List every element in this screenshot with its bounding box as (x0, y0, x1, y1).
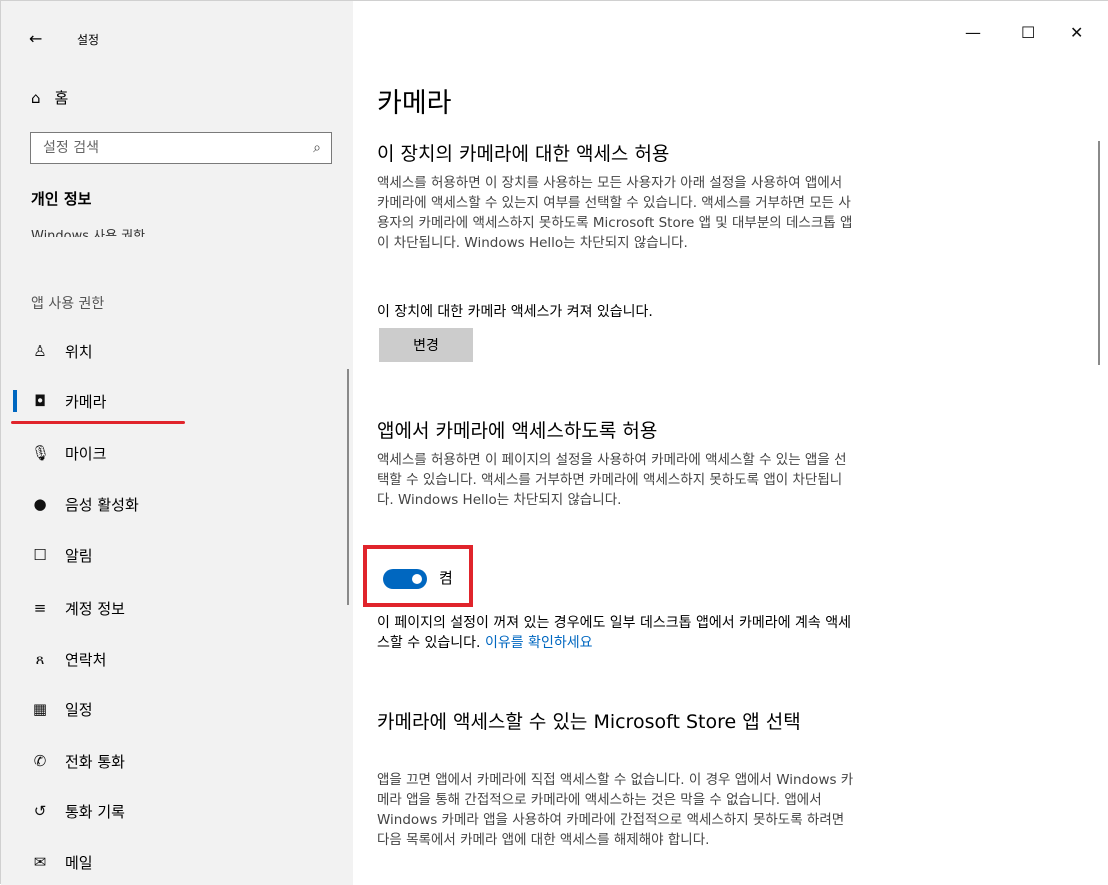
contacts-icon: ጸ (35, 650, 45, 668)
microphone-icon: 🎙 (31, 444, 51, 462)
account-info-icon: ≡ (33, 599, 47, 617)
phone-icon: ✆ (33, 752, 47, 770)
sidebar-scrollbar[interactable] (347, 369, 349, 605)
sidebar-item-camera[interactable]: ◘ 카메라 (1, 376, 353, 426)
sidebar: ← 설정 ⌂ 홈 ⌕ 개인 정보 Windows 사용 권한 앱 사용 권한 ♙… (1, 1, 353, 885)
sidebar-item-voice-activation[interactable]: ● 음성 활성화 (1, 479, 353, 529)
sidebar-item-label: 메일 (65, 853, 93, 872)
search-icon[interactable]: ⌕ (313, 140, 321, 156)
home-icon: ⌂ (31, 88, 41, 107)
notification-icon: ☐ (33, 546, 47, 564)
sidebar-item-label: 연락처 (65, 650, 107, 669)
sidebar-item-label: 전화 통화 (65, 752, 125, 771)
device-access-status: 이 장치에 대한 카메라 액세스가 켜져 있습니다. (377, 304, 653, 320)
calendar-icon: ▦ (32, 700, 48, 718)
sidebar-item-phone-calls[interactable]: ✆ 전화 통화 (1, 736, 353, 786)
toggle-state-label: 켬 (439, 569, 453, 587)
search-box[interactable]: ⌕ (30, 132, 332, 164)
sidebar-item-home[interactable]: ⌂ 홈 (31, 87, 68, 108)
minimize-icon[interactable]: — (965, 23, 981, 42)
sidebar-item-windows-permissions[interactable]: Windows 사용 권한 (31, 227, 145, 237)
sidebar-item-location[interactable]: ♙ 위치 (1, 326, 353, 376)
sidebar-item-label: 알림 (65, 546, 93, 565)
sidebar-item-label: 카메라 (65, 392, 107, 411)
sidebar-item-microphone[interactable]: 🎙 마이크 (1, 428, 353, 478)
search-input[interactable] (41, 139, 314, 157)
mail-icon: ✉ (33, 853, 47, 871)
section-heading-app-access: 앱에서 카메라에 액세스하도록 허용 (377, 420, 658, 442)
page-title: 카메라 (377, 88, 452, 119)
sidebar-item-call-history[interactable]: ↺ 통화 기록 (1, 786, 353, 836)
app-access-toggle[interactable] (383, 569, 427, 589)
group-label-app-permissions: 앱 사용 권한 (31, 296, 105, 312)
settings-window: ← 설정 ⌂ 홈 ⌕ 개인 정보 Windows 사용 권한 앱 사용 권한 ♙… (0, 0, 1108, 885)
change-button[interactable]: 변경 (379, 328, 473, 362)
close-icon[interactable]: ✕ (1070, 23, 1083, 42)
sidebar-item-account-info[interactable]: ≡ 계정 정보 (1, 583, 353, 633)
location-icon: ♙ (33, 342, 47, 360)
sidebar-item-label: 통화 기록 (65, 802, 125, 821)
highlight-underline (11, 421, 185, 424)
sidebar-item-label: 계정 정보 (65, 599, 125, 618)
voice-activation-icon: ● (33, 495, 47, 513)
toggle-highlight-box: 켬 (363, 545, 473, 607)
camera-icon: ◘ (34, 392, 46, 410)
sidebar-item-label: 마이크 (65, 444, 107, 463)
section-title: 개인 정보 (31, 190, 92, 208)
back-arrow-icon[interactable]: ← (29, 29, 42, 48)
learn-why-link[interactable]: 이유를 확인하세요 (485, 635, 593, 651)
content-scrollbar[interactable] (1098, 141, 1100, 365)
sidebar-item-calendar[interactable]: ▦ 일정 (1, 684, 353, 734)
maximize-icon[interactable]: ☐ (1021, 23, 1035, 42)
section-description-device-access: 액세스를 허용하면 이 장치를 사용하는 모든 사용자가 아래 설정을 사용하여… (377, 175, 853, 251)
note-text: 이 페이지의 설정이 꺼져 있는 경우에도 일부 데스크톱 앱에서 카메라에 계… (377, 615, 851, 651)
window-title: 설정 (77, 33, 100, 47)
section-heading-store-apps: 카메라에 액세스할 수 있는 Microsoft Store 앱 선택 (377, 711, 801, 733)
sidebar-item-label: 일정 (65, 700, 93, 719)
main-content: — ☐ ✕ 카메라 이 장치의 카메라에 대한 액세스 허용 액세스를 허용하면… (353, 1, 1108, 885)
home-label: 홈 (54, 89, 69, 107)
sidebar-item-label: 위치 (65, 342, 93, 361)
sidebar-item-notifications[interactable]: ☐ 알림 (1, 530, 353, 580)
call-history-icon: ↺ (33, 802, 47, 820)
toggle-knob (412, 574, 422, 584)
sidebar-item-email[interactable]: ✉ 메일 (1, 837, 353, 885)
section-description-store-apps: 앱을 끄면 앱에서 카메라에 직접 액세스할 수 없습니다. 이 경우 앱에서 … (377, 772, 854, 848)
section-description-app-access: 액세스를 허용하면 이 페이지의 설정을 사용하여 카메라에 액세스할 수 있는… (377, 452, 847, 508)
sidebar-item-label: 음성 활성화 (65, 495, 139, 514)
sidebar-item-contacts[interactable]: ጸ 연락처 (1, 634, 353, 684)
section-heading-device-access: 이 장치의 카메라에 대한 액세스 허용 (377, 143, 670, 165)
desktop-apps-note: 이 페이지의 설정이 꺼져 있는 경우에도 일부 데스크톱 앱에서 카메라에 계… (377, 613, 857, 653)
